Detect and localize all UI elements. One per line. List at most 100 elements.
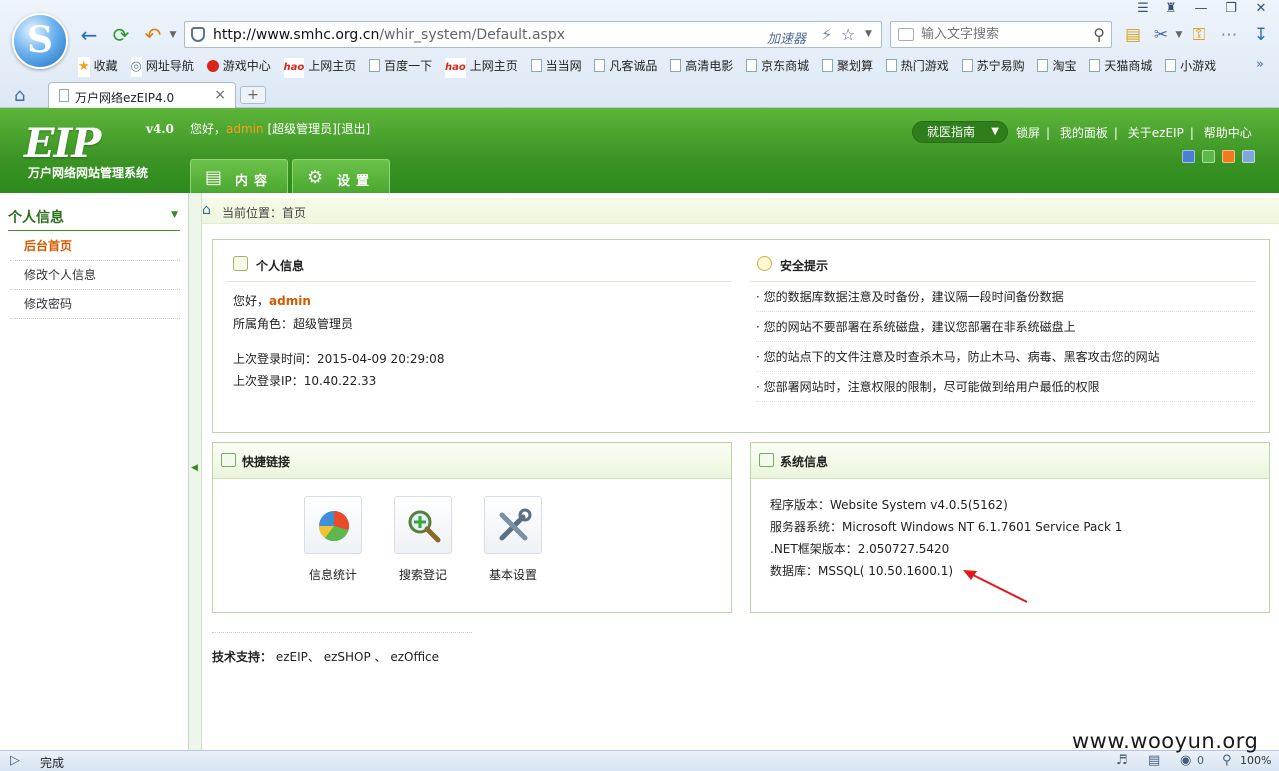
gear-icon: ⚙ xyxy=(307,167,324,188)
globe-icon: ◎ xyxy=(130,57,142,77)
zoom-icon[interactable]: ⚲ xyxy=(1222,753,1232,768)
page-icon xyxy=(1165,59,1177,72)
help-link[interactable]: 帮助中心 xyxy=(1204,126,1252,140)
skin-green[interactable] xyxy=(1202,150,1215,163)
search-icon[interactable]: ⚲ xyxy=(1093,25,1105,44)
hao-icon: hao xyxy=(283,58,305,78)
network-icon[interactable]: ▤ xyxy=(1148,753,1160,768)
bookmark-item[interactable]: hao 上网主页 xyxy=(444,56,518,78)
home-icon[interactable]: ⌂ xyxy=(14,85,25,106)
guide-select[interactable]: 就医指南 ▼ xyxy=(912,121,1008,143)
skin-shirt-icon[interactable]: ♜ xyxy=(1160,0,1182,18)
dotnet-version: .NET框架版本：2.050727.5420 xyxy=(770,542,950,556)
skin-orange[interactable] xyxy=(1222,150,1235,163)
divider xyxy=(212,632,472,633)
support-links[interactable]: ezEIP、 ezSHOP 、 ezOffice xyxy=(276,650,439,664)
hao-icon: hao xyxy=(444,58,466,78)
download-icon[interactable]: ↧ xyxy=(1250,24,1272,46)
scissors-menu-icon[interactable]: ▼ xyxy=(1168,24,1190,46)
bookmark-item[interactable]: 游戏中心 xyxy=(206,56,271,76)
undo-icon[interactable]: ↶ xyxy=(142,24,164,46)
sidebar-item-edit-profile[interactable]: 修改个人信息 xyxy=(10,261,180,290)
tab-settings[interactable]: ⚙ 设置 xyxy=(292,159,390,193)
basic-settings-label[interactable]: 基本设置 xyxy=(468,566,558,583)
address-url[interactable]: http://www.smhc.org.cn/whir_system/Defau… xyxy=(213,27,565,43)
tab-content[interactable]: ▤ 内容 xyxy=(190,159,288,193)
bookmark-item[interactable]: 天猫商城 xyxy=(1089,56,1152,76)
page-icon xyxy=(1037,59,1049,72)
basic-settings-quicklink[interactable] xyxy=(484,496,542,554)
my-panel-link[interactable]: 我的面板 xyxy=(1060,126,1108,140)
restore-icon[interactable]: ❐ xyxy=(1220,0,1242,18)
bookmark-item[interactable]: 热门游戏 xyxy=(885,56,949,76)
bookmark-item[interactable]: 高清电影 xyxy=(670,56,733,76)
more-dots-icon[interactable]: ⋯ xyxy=(1218,24,1240,46)
volume-icon[interactable]: ♬ xyxy=(1116,753,1128,768)
server-os: 服务器系统：Microsoft Windows NT 6.1.7601 Serv… xyxy=(770,520,1123,534)
star-icon: ★ xyxy=(78,57,90,77)
bookmark-item[interactable]: 凡客诚品 xyxy=(594,56,657,76)
role-link[interactable]: [超级管理员] xyxy=(267,122,336,136)
lock-screen-link[interactable]: 锁屏 xyxy=(1016,126,1040,140)
search-engine-icon[interactable] xyxy=(898,28,914,41)
bookmark-item[interactable]: 聚划算 xyxy=(821,56,873,76)
minimize-icon[interactable]: — xyxy=(1190,0,1212,18)
bookmark-item[interactable]: 当当网 xyxy=(530,56,582,76)
close-window-icon[interactable]: ✕ xyxy=(1250,0,1272,18)
page-icon xyxy=(961,59,973,72)
sidebar-item-home[interactable]: 后台首页 xyxy=(10,232,180,261)
zoom-level[interactable]: 100% xyxy=(1240,754,1271,767)
stats-quicklink[interactable] xyxy=(304,496,362,554)
collapse-arrow-icon[interactable]: ◀ xyxy=(191,463,198,473)
sidebar-toggle-icon[interactable]: ▷ xyxy=(10,753,20,768)
bookmark-item[interactable]: 小游戏 xyxy=(1165,56,1216,76)
bookmark-item[interactable]: hao 上网主页 xyxy=(283,56,356,78)
page-icon xyxy=(885,59,897,72)
skin-blue[interactable] xyxy=(1182,150,1195,163)
star-icon[interactable]: ☆ xyxy=(841,25,855,44)
stats-label[interactable]: 信息统计 xyxy=(288,566,378,583)
sidebar-item-change-password[interactable]: 修改密码 xyxy=(10,290,180,319)
bookmarks-more-icon[interactable]: » xyxy=(1256,57,1264,72)
bookmark-item[interactable]: ◎ 网址导航 xyxy=(130,56,194,77)
tab-bar: ⌂ 万户网络ezEIP4.0 × + xyxy=(0,82,1279,108)
browser-tab[interactable]: 万户网络ezEIP4.0 × xyxy=(48,82,236,108)
pie-chart-icon xyxy=(319,510,350,542)
brand-version: v4.0 xyxy=(146,122,174,136)
shield-status-icon[interactable]: ◉ xyxy=(1180,753,1191,768)
sidebar-heading[interactable]: 个人信息 ▼ xyxy=(8,207,180,231)
new-tab-button[interactable]: + xyxy=(240,86,266,104)
refresh-icon[interactable]: ⟳ xyxy=(110,24,132,46)
personal-info-title: 个人信息 xyxy=(256,259,305,273)
bookmark-item[interactable]: 苏宁易购 xyxy=(961,56,1025,76)
address-bar[interactable]: http://www.smhc.org.cn/whir_system/Defau… xyxy=(184,21,882,48)
browser-logo-icon[interactable]: S xyxy=(12,13,68,69)
bookmark-item[interactable]: ★ 收藏 xyxy=(78,56,118,77)
page-icon xyxy=(59,89,69,102)
bookmark-item[interactable]: 百度一下 xyxy=(369,56,432,76)
sidebar-splitter[interactable]: ◀ xyxy=(189,193,202,750)
address-dropdown-icon[interactable]: ▼ xyxy=(865,29,872,39)
tab-close-icon[interactable]: × xyxy=(214,87,226,103)
search-register-label[interactable]: 搜索登记 xyxy=(378,566,468,583)
menu-icon[interactable]: ☰ xyxy=(1132,0,1154,18)
skin-lightblue[interactable] xyxy=(1242,150,1255,163)
lightning-icon[interactable]: ⚡ xyxy=(821,25,832,44)
bookmark-item[interactable]: 京东商城 xyxy=(746,56,809,76)
personal-greeting: 您好，admin xyxy=(233,294,311,308)
clipboard-icon[interactable]: ▤ xyxy=(1122,24,1144,46)
search-box[interactable]: ⚲ xyxy=(890,21,1112,48)
search-input[interactable] xyxy=(921,25,1081,44)
key-icon[interactable]: ⚿ xyxy=(1188,24,1210,46)
undo-menu-chevron-icon[interactable]: ▼ xyxy=(162,24,184,46)
back-arrow-icon[interactable]: ← xyxy=(78,24,100,46)
bookmark-item[interactable]: 淘宝 xyxy=(1037,56,1076,76)
about-link[interactable]: 关于ezEIP xyxy=(1128,126,1184,140)
search-register-quicklink[interactable] xyxy=(394,496,452,554)
security-tip: · 您的站点下的文件注意及时查杀木马，防止木马、病毒、黑客攻击您的网站 xyxy=(756,342,1255,372)
top-links: 锁屏 | 我的面板 | 关于ezEIP | 帮助中心 xyxy=(1016,126,1252,140)
lightbulb-icon xyxy=(757,256,772,271)
edit-link-icon xyxy=(221,453,236,467)
logout-link[interactable]: [退出] xyxy=(337,122,370,136)
accelerator-label[interactable]: 加速器 xyxy=(767,28,806,47)
